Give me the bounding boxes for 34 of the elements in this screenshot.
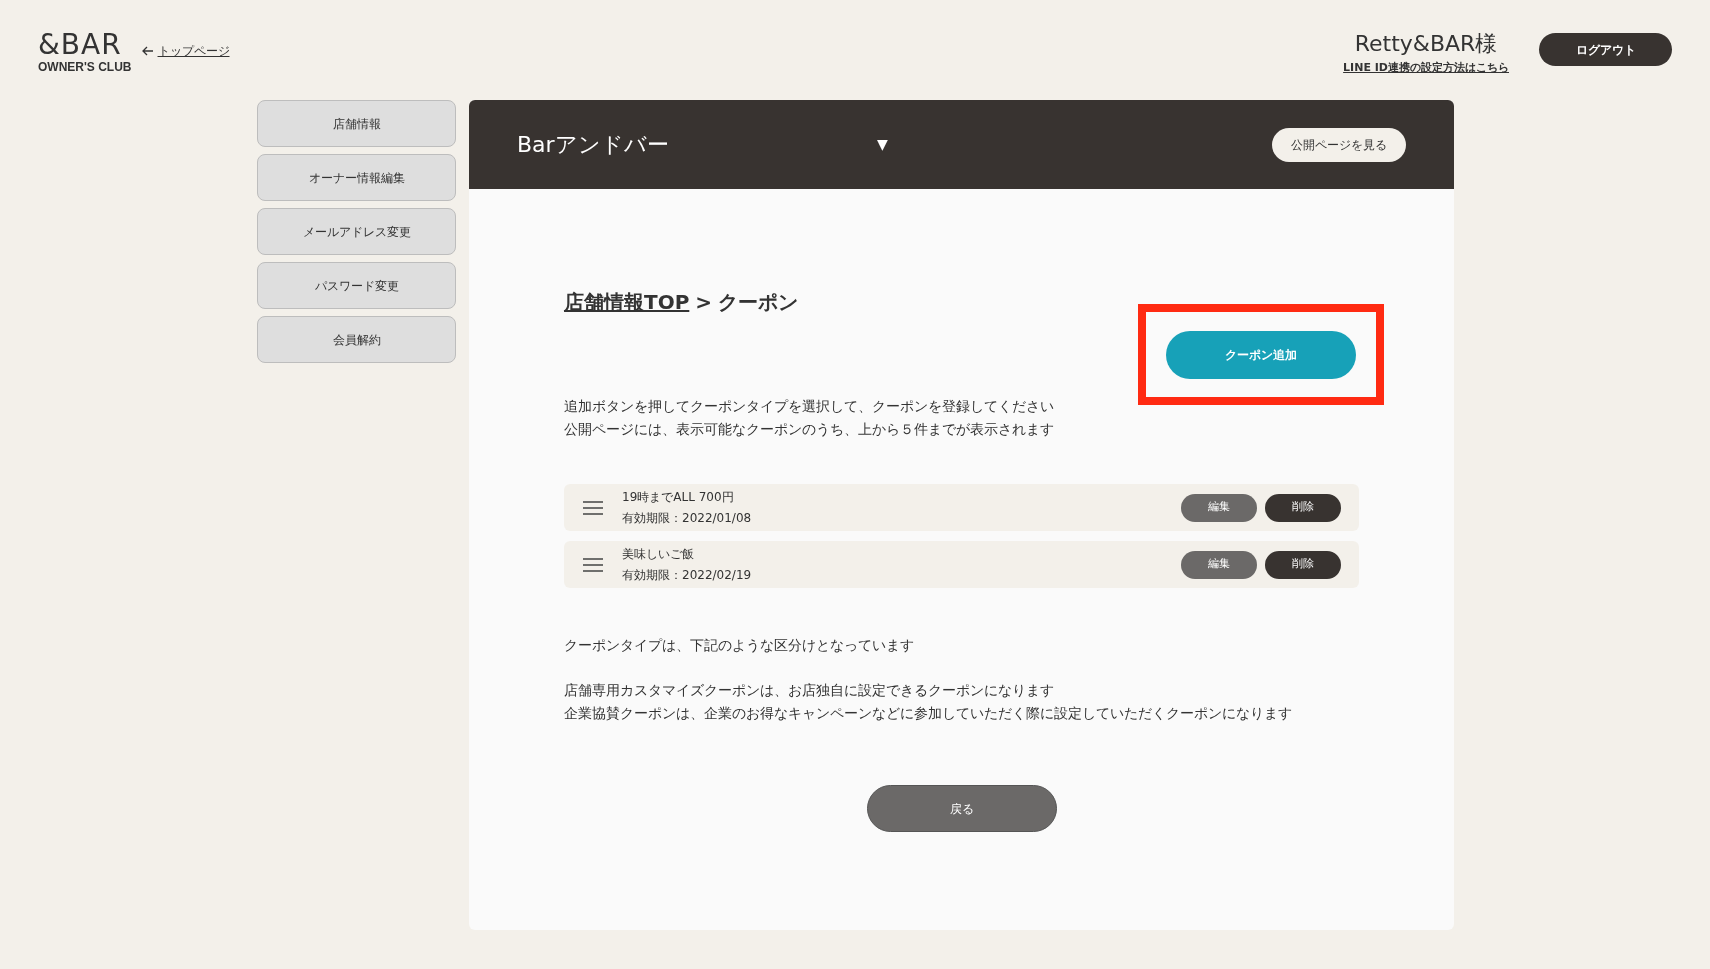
sidebar-item[interactable]: オーナー情報編集 bbox=[257, 154, 456, 201]
dropdown-arrow[interactable]: ▼ bbox=[877, 134, 888, 155]
back-arrow-icon bbox=[141, 46, 154, 56]
instruction-text: 追加ボタンを押してクーポンタイプを選択して、クーポンを登録してください bbox=[564, 397, 1055, 416]
coupon-expiry: 有効期限：2022/02/19 bbox=[622, 566, 752, 584]
coupon-title: 美味しいご飯 bbox=[622, 545, 695, 563]
breadcrumb-link[interactable]: 店舗情報TOP bbox=[564, 287, 690, 317]
note-text: 店舗専用カスタマイズクーポンは、お店独自に設定できるクーポンになります bbox=[564, 681, 1055, 700]
edit-button[interactable]: 編集 bbox=[1181, 493, 1257, 522]
line-setup-link[interactable]: LINE ID連携の設定方法はこちら bbox=[1343, 60, 1509, 77]
drag-handle-icon[interactable] bbox=[582, 499, 604, 516]
sidebar-item[interactable]: メールアドレス変更 bbox=[257, 208, 456, 255]
note-text: クーポンタイプは、下記のような区分けとなっています bbox=[564, 636, 915, 655]
logo-subtitle: OWNER'S CLUB bbox=[38, 60, 132, 74]
sidebar-item[interactable]: 会員解約 bbox=[257, 316, 456, 363]
breadcrumb-separator: > bbox=[695, 289, 713, 316]
instruction-text: 公開ページには、表示可能なクーポンのうち、上から５件までが表示されます bbox=[564, 420, 1055, 439]
delete-button[interactable]: 削除 bbox=[1265, 493, 1341, 522]
coupon-title: 19時までALL 700円 bbox=[622, 488, 735, 506]
breadcrumb-current: クーポン bbox=[718, 289, 799, 316]
coupon-expiry: 有効期限：2022/01/08 bbox=[622, 509, 752, 527]
note-text: 企業協賛クーポンは、企業のお得なキャンペーンなどに参加していただく際に設定していただくクーポンになります bbox=[564, 704, 1293, 723]
edit-button[interactable]: 編集 bbox=[1181, 550, 1257, 579]
sidebar-item[interactable]: 店舗情報 bbox=[257, 100, 456, 147]
public-page-button[interactable]: 公開ページを見る bbox=[1272, 127, 1406, 162]
logo-text: &BAR bbox=[38, 30, 123, 60]
store-name: Barアンドバー bbox=[517, 131, 670, 159]
sidebar-item[interactable]: パスワード変更 bbox=[257, 262, 456, 309]
drag-handle-icon[interactable] bbox=[582, 556, 604, 573]
user-name: Retty&BAR様 bbox=[1354, 30, 1498, 58]
top-page-link[interactable]: トップページ bbox=[157, 42, 230, 60]
logout-button[interactable]: ログアウト bbox=[1539, 33, 1672, 66]
delete-button[interactable]: 削除 bbox=[1265, 550, 1341, 579]
back-button[interactable]: 戻る bbox=[866, 785, 1057, 832]
